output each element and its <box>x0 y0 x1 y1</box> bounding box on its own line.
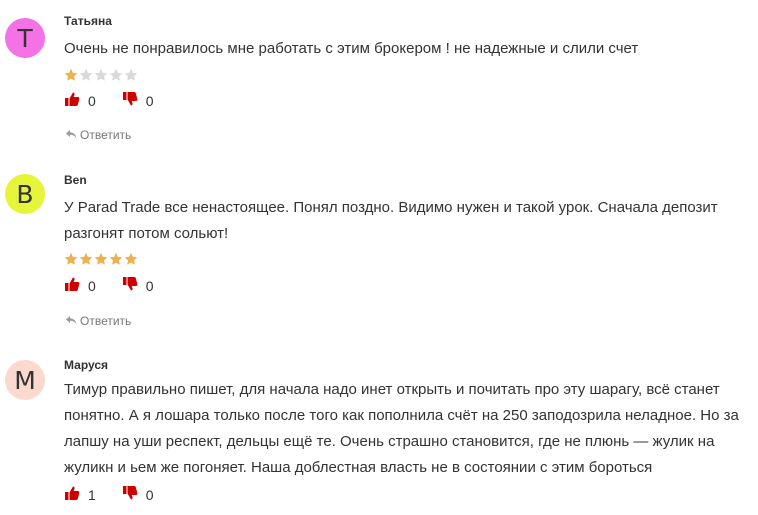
reply-arrow-icon <box>66 314 80 328</box>
avatar: B <box>5 174 45 214</box>
thumbs-down-icon <box>122 276 138 295</box>
comment-text: Тимур правильно пишет, для начала надо и… <box>64 377 754 481</box>
comment-text: У Parad Trade все ненастоящее. Понял поз… <box>64 195 754 247</box>
comment-text-line: Тимур правильно пишет, для начала надо и… <box>64 381 720 398</box>
comment-text: Очень не понравилось мне работать с этим… <box>64 36 754 62</box>
thumbs-down-icon <box>122 485 138 504</box>
comment-author: Ben <box>64 173 87 187</box>
reply-arrow-icon <box>66 128 80 142</box>
star-icon <box>64 68 78 82</box>
rating-stars <box>64 68 138 82</box>
star-icon <box>109 252 123 266</box>
reply-button[interactable]: Ответить <box>66 128 131 142</box>
comment-text-line: понятно. А я лошара только после того ка… <box>64 407 739 424</box>
comment-text-line: разгонят потом сольют! <box>64 225 229 242</box>
dislike-button[interactable]: 0 <box>122 91 154 110</box>
star-icon <box>109 68 123 82</box>
star-icon <box>79 252 93 266</box>
comment-text-line: У Parad Trade все ненастоящее. Понял поз… <box>64 199 718 216</box>
reply-label: Ответить <box>80 314 132 328</box>
thumbs-up-icon <box>64 276 80 295</box>
avatar: T <box>5 18 45 58</box>
like-button[interactable]: 0 <box>64 91 96 110</box>
dislike-count: 0 <box>145 277 154 294</box>
reply-label: Ответить <box>80 128 132 142</box>
star-icon <box>124 68 138 82</box>
avatar-letter: T <box>17 23 33 53</box>
star-icon <box>94 68 108 82</box>
star-icon <box>79 68 93 82</box>
like-count: 0 <box>88 92 96 109</box>
rating-stars <box>64 252 138 266</box>
dislike-count: 0 <box>145 92 154 109</box>
like-count: 0 <box>88 277 96 294</box>
avatar-letter: M <box>14 365 36 395</box>
thumbs-up-icon <box>64 91 80 110</box>
thumbs-up-icon <box>64 485 80 504</box>
like-count: 1 <box>88 486 96 503</box>
like-button[interactable]: 1 <box>64 485 96 504</box>
comment-text-line: жуликн и ьем же погоняет. Наша доблестна… <box>64 459 653 476</box>
dislike-button[interactable]: 0 <box>122 276 154 295</box>
like-button[interactable]: 0 <box>64 276 96 295</box>
comment-text-line: лапшу на уши респект, дельцы ещё те. Оче… <box>64 433 715 450</box>
thumbs-down-icon <box>122 91 138 110</box>
star-icon <box>94 252 108 266</box>
reply-button[interactable]: Ответить <box>66 314 131 328</box>
vote-bar: 1 0 <box>64 485 154 504</box>
comment-author: Татьяна <box>64 14 112 28</box>
comment-text-line: Очень не понравилось мне работать с этим… <box>64 40 639 57</box>
avatar: M <box>5 360 45 400</box>
star-icon <box>124 252 138 266</box>
avatar-letter: B <box>16 179 34 209</box>
star-icon <box>64 252 78 266</box>
dislike-count: 0 <box>145 486 154 503</box>
dislike-button[interactable]: 0 <box>122 485 154 504</box>
comment-author: Маруся <box>64 358 109 372</box>
vote-bar: 0 0 <box>64 91 154 110</box>
vote-bar: 0 0 <box>64 276 154 295</box>
